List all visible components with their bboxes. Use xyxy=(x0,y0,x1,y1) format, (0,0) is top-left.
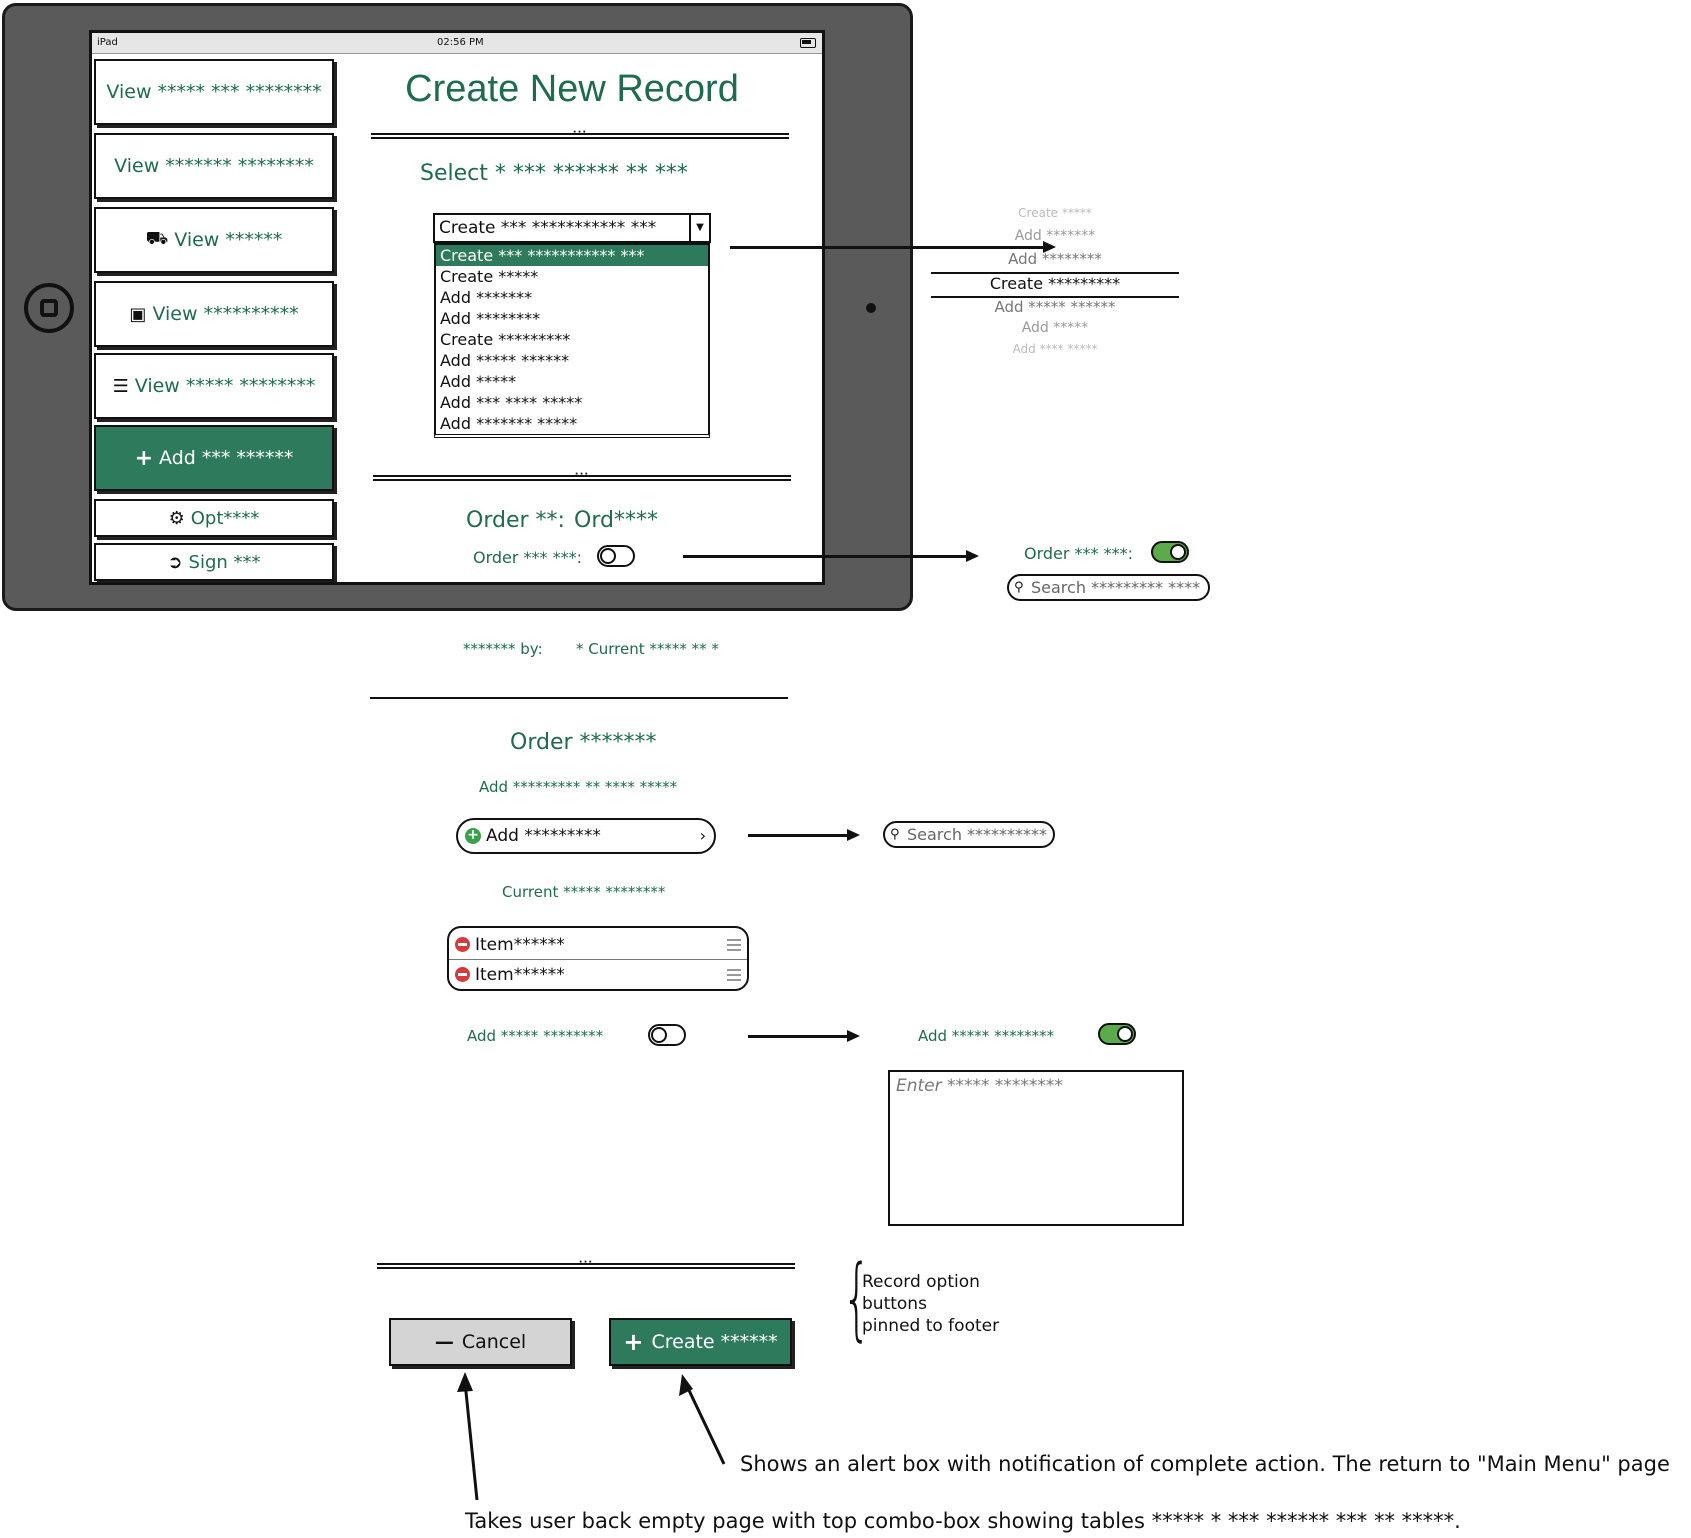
create-note: Shows an alert box with notification of … xyxy=(740,1452,1670,1476)
annotation-arrows xyxy=(457,1372,726,1501)
cancel-note: Takes user back empty page with top comb… xyxy=(465,1509,1461,1533)
